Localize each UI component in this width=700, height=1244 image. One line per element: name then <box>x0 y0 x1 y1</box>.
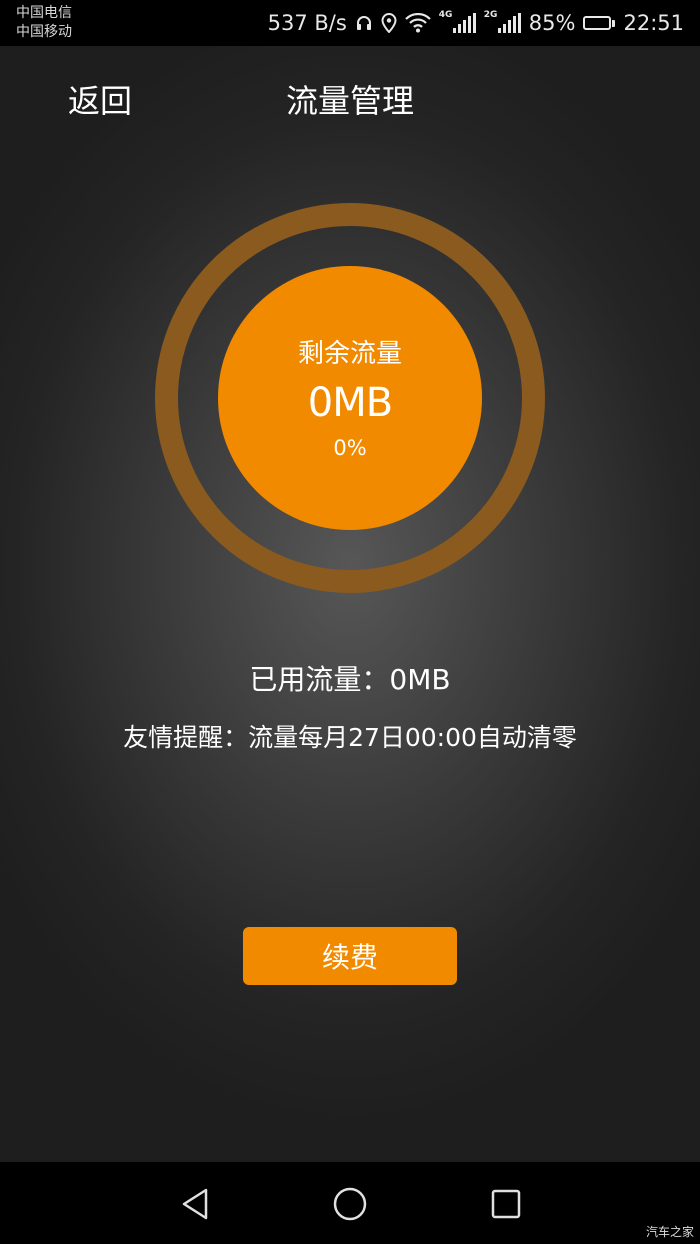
battery-percent: 85% <box>528 11 576 35</box>
used-data-text: 已用流量：0MB <box>249 663 451 696</box>
location-icon <box>381 13 397 33</box>
carrier-1: 中国电信 <box>16 5 72 21</box>
remaining-data-percent: 0% <box>333 435 367 460</box>
watermark: 汽车之家 <box>645 1225 694 1239</box>
signal-1-tag: 4G <box>438 10 453 20</box>
clock: 22:51 <box>623 11 684 35</box>
home-circle-icon[interactable] <box>330 1184 370 1224</box>
signal-icon: 2G <box>483 10 521 33</box>
network-speed: 537 B/s <box>267 11 347 35</box>
recents-square-icon[interactable] <box>486 1184 526 1224</box>
remaining-data-label: 剩余流量 <box>297 338 402 369</box>
signal-2-tag: 2G <box>483 10 498 20</box>
battery-icon <box>583 16 616 30</box>
remaining-data-value: 0MB <box>307 379 393 426</box>
traffic-management-screen: 返回 流量管理 剩余流量 0MB 0% 已用流量：0MB 友情提醒：流量每月27… <box>0 46 700 1162</box>
headphones-icon <box>355 14 373 32</box>
reset-reminder-text: 友情提醒：流量每月27日00:00自动清零 <box>123 723 577 752</box>
remaining-data-circle: 剩余流量 0MB 0% <box>218 266 482 530</box>
status-bar: 中国电信 中国移动 537 B/s 4G 2G 85% 22:51 <box>0 0 700 46</box>
wifi-icon <box>405 13 431 33</box>
navigation-bar: 汽车之家 <box>0 1162 700 1244</box>
carrier-2: 中国移动 <box>16 24 72 40</box>
renew-button[interactable]: 续费 <box>243 927 457 985</box>
signal-icon: 4G <box>438 10 476 33</box>
status-indicators: 537 B/s 4G 2G 85% 22:51 <box>268 8 684 38</box>
back-triangle-icon[interactable] <box>175 1184 215 1224</box>
page-title: 流量管理 <box>285 82 414 120</box>
carrier-names: 中国电信 中国移动 <box>16 4 72 42</box>
